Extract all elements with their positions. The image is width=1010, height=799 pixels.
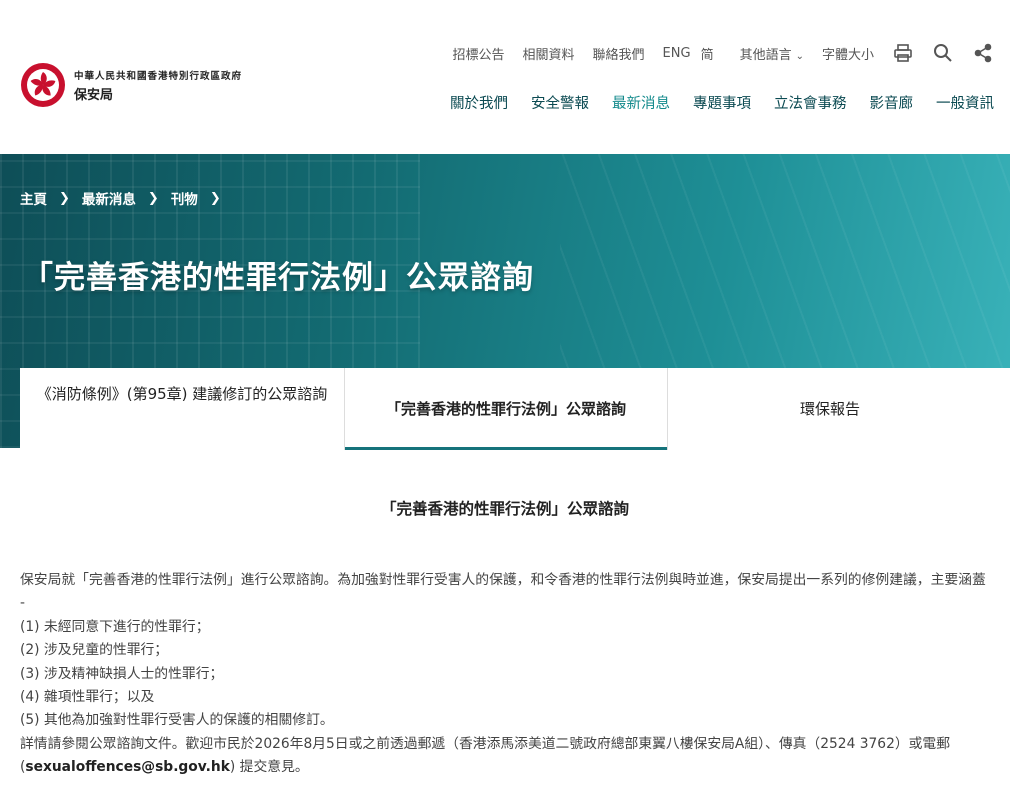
content-body: 保安局就「完善香港的性罪行法例」進行公眾諮詢。為加強對性罪行受害人的保護，和令香… xyxy=(20,569,995,780)
breadcrumb: 主頁 ❯ 最新消息 ❯ 刊物 ❯ xyxy=(20,188,233,209)
list-item: (1) 未經同意下進行的性罪行； xyxy=(20,618,210,635)
search-icon[interactable] xyxy=(932,42,954,64)
list-item: (3) 涉及精神缺損人士的性罪行； xyxy=(20,665,224,682)
share-icon[interactable] xyxy=(972,42,994,64)
list-item: (2) 涉及兒童的性罪行； xyxy=(20,642,169,659)
hksar-emblem-icon xyxy=(20,62,66,108)
tab-sexual-offences-consultation[interactable]: 「完善香港的性罪行法例」公眾諮詢 xyxy=(344,368,668,450)
nav-special-topics[interactable]: 專題事項 xyxy=(693,92,751,113)
nav-general-info[interactable]: 一般資訊 xyxy=(936,92,994,113)
simplified-chinese-link[interactable]: 简 xyxy=(701,44,714,63)
other-languages-dropdown[interactable]: 其他語言 ⌄ xyxy=(740,44,804,63)
breadcrumb-latest-news[interactable]: 最新消息 xyxy=(82,188,136,208)
main-navigation: 關於我們 安全警報 最新消息 專題事項 立法會事務 影音廊 一般資訊 xyxy=(427,92,994,113)
tab-fire-services-ordinance[interactable]: 《消防條例》(第95章) 建議修訂的公眾諮詢 xyxy=(20,368,344,450)
chevron-right-icon: ❯ xyxy=(209,190,221,206)
chevron-right-icon: ❯ xyxy=(59,190,70,206)
logo-government-name: 中華人民共和國香港特別行政區政府 xyxy=(74,70,243,82)
english-link[interactable]: ENG xyxy=(663,46,691,61)
tab-label: 《消防條例》(第95章) 建議修訂的公眾諮詢 xyxy=(36,385,328,403)
nav-security-alerts[interactable]: 安全警報 xyxy=(531,92,589,113)
details-paragraph: 詳情請參閱公眾諮詢文件。歡迎市民於2026年8月5日或之前透過郵遞（香港添馬添美… xyxy=(20,733,995,780)
contact-us-link[interactable]: 聯絡我們 xyxy=(593,44,645,63)
breadcrumb-publications[interactable]: 刊物 xyxy=(171,188,198,208)
intro-paragraph: 保安局就「完善香港的性罪行法例」進行公眾諮詢。為加強對性罪行受害人的保護，和令香… xyxy=(20,572,986,612)
utility-bar: 招標公告 相關資料 聯絡我們 ENG 简 其他語言 ⌄ 字體大小 xyxy=(435,42,995,64)
site-header: 中華人民共和國香港特別行政區政府 保安局 招標公告 相關資料 聯絡我們 ENG … xyxy=(0,0,1010,154)
list-item: (5) 其他為加強對性罪行受害人的保護的相關修訂。 xyxy=(20,712,334,729)
nav-about-us[interactable]: 關於我們 xyxy=(450,92,508,113)
tab-label: 環保報告 xyxy=(799,399,860,418)
content-heading: 「完善香港的性罪行法例」公眾諮詢 xyxy=(380,500,629,518)
list-item: (4) 雜項性罪行；以及 xyxy=(20,689,155,706)
details-text-end: ) 提交意見。 xyxy=(229,759,309,776)
related-info-link[interactable]: 相關資料 xyxy=(523,44,575,63)
page-title: 「完善香港的性罪行法例」公眾諮詢 xyxy=(22,260,534,296)
nav-latest-news[interactable]: 最新消息 xyxy=(612,92,670,113)
breadcrumb-home[interactable]: 主頁 xyxy=(20,188,47,208)
logo-bureau-name: 保安局 xyxy=(74,87,114,103)
nav-multimedia[interactable]: 影音廊 xyxy=(870,92,914,113)
chevron-down-icon: ⌄ xyxy=(795,50,804,62)
site-logo[interactable]: 中華人民共和國香港特別行政區政府 保安局 xyxy=(20,62,242,108)
tab-environmental-report[interactable]: 環保報告 xyxy=(668,368,992,450)
email-link[interactable]: sexualoffences@sb.gov.hk xyxy=(25,759,230,775)
other-languages-label: 其他語言 xyxy=(739,47,792,63)
tender-notice-link[interactable]: 招標公告 xyxy=(453,44,505,63)
publication-tabs: 《消防條例》(第95章) 建議修訂的公眾諮詢 「完善香港的性罪行法例」公眾諮詢 … xyxy=(20,368,1010,450)
font-size-link[interactable]: 字體大小 xyxy=(822,44,874,63)
nav-legco-matters[interactable]: 立法會事務 xyxy=(774,92,847,113)
print-icon[interactable] xyxy=(892,42,914,64)
tab-label: 「完善香港的性罪行法例」公眾諮詢 xyxy=(385,400,626,418)
chevron-right-icon: ❯ xyxy=(147,190,159,206)
